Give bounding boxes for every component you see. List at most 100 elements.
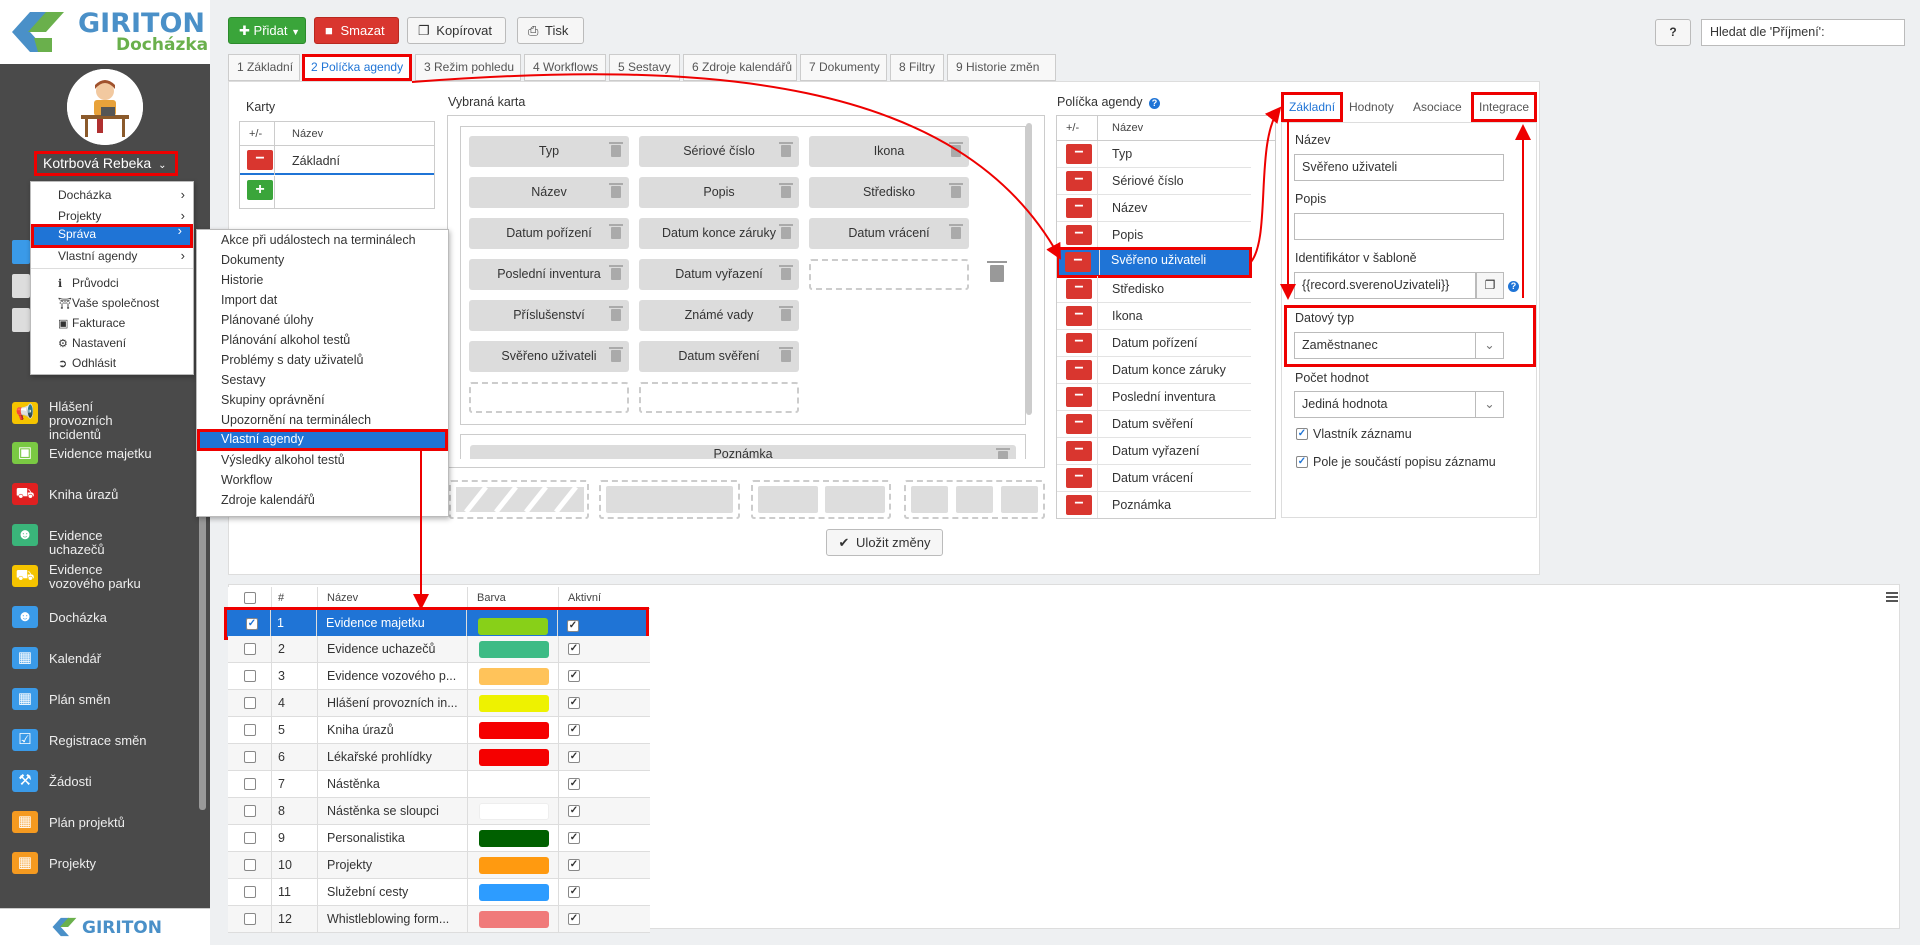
add-button[interactable]: ✚ Přidat ▼ xyxy=(228,17,306,44)
table-row[interactable]: 10 Projekty ✓ xyxy=(228,852,650,879)
add-card-button[interactable]: + xyxy=(247,180,273,200)
trash-icon[interactable] xyxy=(779,183,793,198)
trash-icon[interactable] xyxy=(609,306,623,321)
row-checkbox[interactable] xyxy=(244,643,256,655)
help-circle-icon[interactable]: ? xyxy=(1148,98,1160,109)
agenda-field-row[interactable]: − Popis xyxy=(1057,222,1251,249)
card-field[interactable]: Příslušenství xyxy=(469,300,629,331)
print-button[interactable]: ⎙ Tisk xyxy=(517,17,584,44)
column-header[interactable]: Barva xyxy=(468,587,559,608)
row-checkbox[interactable] xyxy=(244,805,256,817)
trash-icon[interactable] xyxy=(609,224,623,239)
trash-icon[interactable] xyxy=(779,306,793,321)
logo[interactable]: GIRITON Docházka xyxy=(0,0,210,64)
table-row[interactable]: 5 Kniha úrazů ✓ xyxy=(228,717,650,744)
remove-card-button[interactable]: − xyxy=(247,150,273,170)
remove-field-button[interactable]: − xyxy=(1066,198,1092,218)
column-header[interactable]: # xyxy=(272,587,318,608)
row-checkbox[interactable] xyxy=(244,859,256,871)
remove-field-button[interactable]: − xyxy=(1066,387,1092,407)
property-tab[interactable]: Hodnoty xyxy=(1342,92,1401,122)
remove-field-button[interactable]: − xyxy=(1066,225,1092,245)
tab[interactable]: 6 Zdroje kalendářů xyxy=(683,54,797,81)
layout-block-one[interactable] xyxy=(599,480,740,519)
select-all-checkbox[interactable] xyxy=(244,592,256,604)
card-field[interactable]: Popis xyxy=(639,177,799,208)
row-checkbox[interactable]: ✓ xyxy=(246,618,258,630)
card-field[interactable]: Datum konce záruky xyxy=(639,218,799,249)
user-menu-item[interactable]: ▣ Fakturace xyxy=(31,313,193,333)
agenda-field-row[interactable]: − Ikona xyxy=(1057,303,1251,330)
property-tab[interactable]: Asociace xyxy=(1406,92,1469,122)
agenda-field-row[interactable]: − Středisko xyxy=(1057,276,1251,303)
agenda-field-row[interactable]: − Datum pořízení xyxy=(1057,330,1251,357)
menu-icon[interactable] xyxy=(1886,592,1898,602)
tab[interactable]: 2 Políčka agendy xyxy=(302,54,412,81)
admin-submenu-item[interactable]: Import dat xyxy=(197,290,448,310)
sidebar-item[interactable]: ☻ Evidence uchazečů xyxy=(0,516,210,557)
card-field[interactable]: Datum vyřazení xyxy=(639,259,799,290)
remove-field-button[interactable]: − xyxy=(1066,414,1092,434)
card-row[interactable]: − Základní xyxy=(240,146,434,175)
value-count-select[interactable]: Jediná hodnota ⌄ xyxy=(1294,391,1504,418)
field-drop-slot[interactable] xyxy=(469,382,629,413)
sidebar-item[interactable]: ☑ Registrace směn xyxy=(0,721,210,762)
admin-submenu-item[interactable]: Dokumenty xyxy=(197,250,448,270)
copy-icon[interactable]: ❐ xyxy=(1476,272,1504,299)
tab[interactable]: 7 Dokumenty xyxy=(800,54,887,81)
trash-icon[interactable] xyxy=(779,224,793,239)
remove-field-button[interactable]: − xyxy=(1066,333,1092,353)
admin-submenu-item[interactable]: Upozornění na terminálech xyxy=(197,410,448,430)
admin-submenu-item[interactable]: Vlastní agendy xyxy=(197,429,448,451)
tab[interactable]: 9 Historie změn xyxy=(947,54,1056,81)
trash-icon[interactable] xyxy=(949,183,963,198)
sidebar-item[interactable]: ⚒ Žádosti xyxy=(0,762,210,803)
layout-block-full[interactable] xyxy=(449,480,589,519)
admin-submenu-item[interactable]: Výsledky alkohol testů xyxy=(197,450,448,470)
table-row[interactable]: 6 Lékařské prohlídky ✓ xyxy=(228,744,650,771)
layout-block-three[interactable] xyxy=(904,480,1045,519)
remove-field-button[interactable]: − xyxy=(1066,171,1092,191)
card-field[interactable]: Typ xyxy=(469,136,629,167)
sidebar-item[interactable]: ▦ Projekty xyxy=(0,844,210,885)
agenda-field-row[interactable]: − Název xyxy=(1057,195,1251,222)
table-row[interactable]: 8 Nástěnka se sloupci ✓ xyxy=(228,798,650,825)
name-input[interactable]: Svěřeno uživateli xyxy=(1294,154,1504,181)
admin-submenu-item[interactable]: Plánování alkohol testů xyxy=(197,330,448,350)
tab[interactable]: 5 Sestavy xyxy=(609,54,680,81)
table-row[interactable]: 4 Hlášení provozních in... ✓ xyxy=(228,690,650,717)
save-changes-button[interactable]: ✔ Uložit změny xyxy=(826,529,943,556)
admin-submenu-item[interactable]: Sestavy xyxy=(197,370,448,390)
user-menu-item[interactable]: Docházka › xyxy=(31,185,193,205)
agenda-field-row[interactable]: − Typ xyxy=(1057,141,1251,168)
trash-icon[interactable] xyxy=(779,347,793,362)
trash-icon[interactable] xyxy=(779,265,793,280)
card-field[interactable]: Svěřeno uživateli xyxy=(469,341,629,372)
search-input[interactable]: Hledat dle 'Příjmení': xyxy=(1701,19,1905,46)
row-checkbox[interactable] xyxy=(244,886,256,898)
field-drop-slot[interactable] xyxy=(639,382,799,413)
table-row[interactable]: 9 Personalistika ✓ xyxy=(228,825,650,852)
admin-submenu-item[interactable]: Skupiny oprávnění xyxy=(197,390,448,410)
remove-field-button[interactable]: − xyxy=(1066,495,1092,515)
card-field[interactable]: Středisko xyxy=(809,177,969,208)
remove-field-button[interactable]: − xyxy=(1066,468,1092,488)
user-menu-item[interactable]: ⛩Vaše společnost xyxy=(31,293,193,313)
user-menu-item[interactable]: ℹ Průvodci xyxy=(31,273,193,293)
user-menu-item[interactable]: ⚙ Nastavení xyxy=(31,333,193,353)
remove-field-button[interactable]: − xyxy=(1066,441,1092,461)
agenda-field-row[interactable]: − Sériové číslo xyxy=(1057,168,1251,195)
card-field[interactable]: Název xyxy=(469,177,629,208)
sidebar-item[interactable]: ▦ Kalendář xyxy=(0,639,210,680)
column-header[interactable]: Aktivní xyxy=(559,587,650,608)
remove-field-button[interactable]: − xyxy=(1066,306,1092,326)
table-row[interactable]: 11 Služební cesty ✓ xyxy=(228,879,650,906)
agenda-field-row[interactable]: − Datum vrácení xyxy=(1057,465,1251,492)
sidebar-item[interactable]: ⛟ Evidence vozového parku xyxy=(0,557,210,598)
sidebar-item[interactable]: ▣ Evidence majetku xyxy=(0,434,210,475)
delete-button[interactable]: ■ Smazat xyxy=(314,17,399,44)
trash-icon[interactable] xyxy=(609,265,623,280)
agenda-field-row[interactable]: − Datum vyřazení xyxy=(1057,438,1251,465)
avatar[interactable] xyxy=(67,69,143,145)
sidebar-item[interactable]: ⛟ Kniha úrazů xyxy=(0,475,210,516)
